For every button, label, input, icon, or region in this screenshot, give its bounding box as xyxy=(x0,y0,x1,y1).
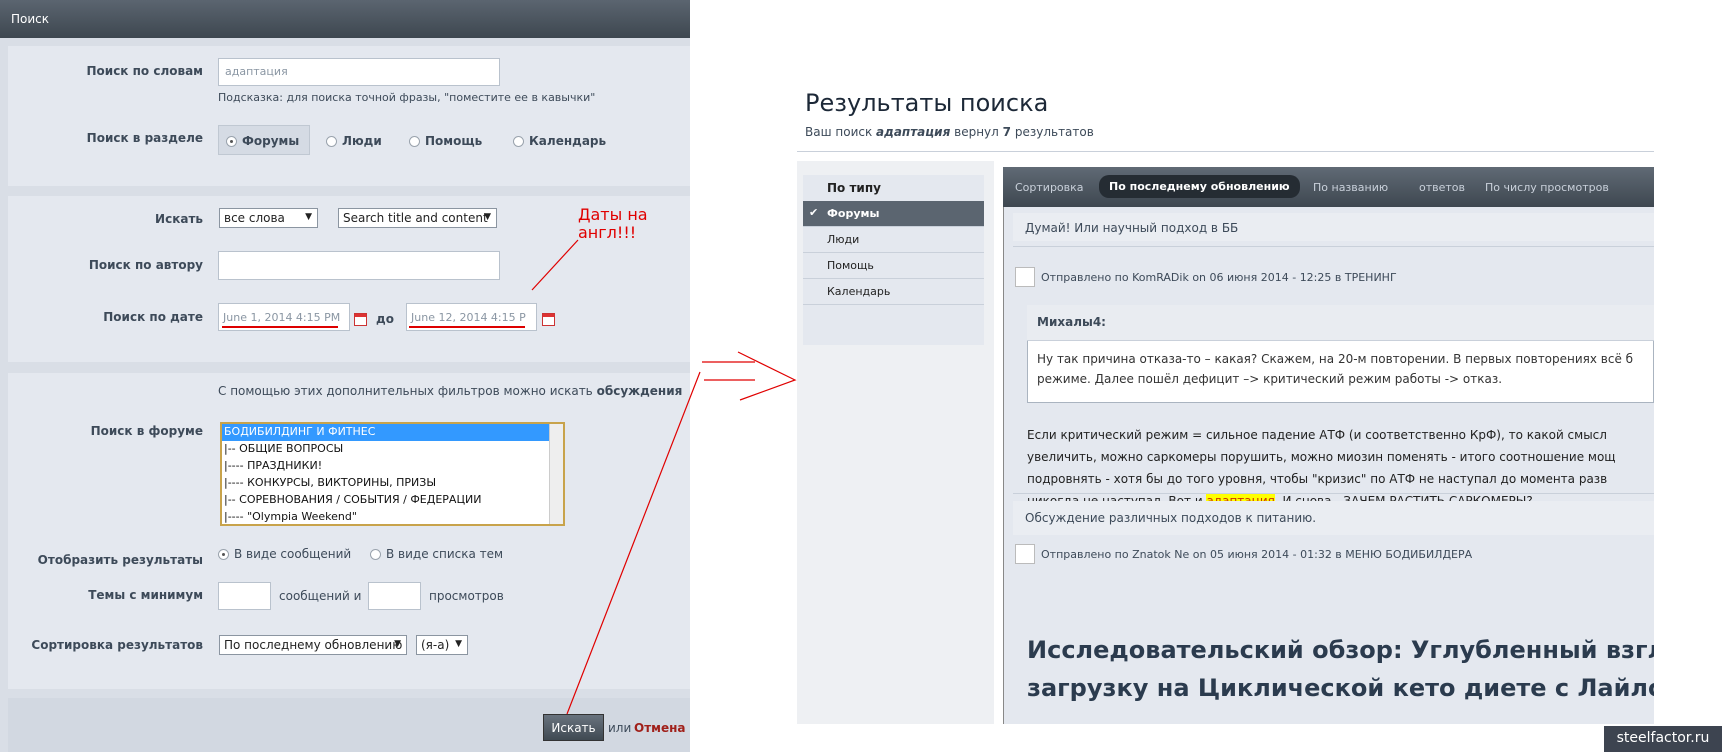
keywords-hint: Подсказка: для поиска точной фразы, "пом… xyxy=(218,91,596,104)
section-radio-forums[interactable]: Форумы xyxy=(226,134,299,148)
radio-icon xyxy=(226,136,237,147)
divider xyxy=(797,151,1654,152)
annotation-note: Даты на англ!!! xyxy=(578,205,648,242)
keywords-input[interactable]: адаптация xyxy=(218,58,500,86)
display-radio-posts[interactable]: В виде сообщений xyxy=(218,547,351,561)
search-mode-select[interactable]: все слова ▼ xyxy=(219,208,318,228)
min-views-suffix: просмотров xyxy=(429,589,504,603)
search-scope-select[interactable]: Search title and content ▼ xyxy=(338,208,497,228)
avatar[interactable] xyxy=(1015,267,1035,287)
type-tabs: По типу ✔ Форумы Люди Помощь Календарь xyxy=(803,175,984,345)
forum-option[interactable]: |-- ОБЩИЕ ВОПРОСЫ xyxy=(222,441,563,458)
forum-option[interactable]: |-- СОРЕВНОВАНИЯ / СОБЫТИЯ / ФЕДЕРАЦИИ xyxy=(222,492,563,509)
arrow-icon xyxy=(702,351,797,401)
display-radio-topics[interactable]: В виде списка тем xyxy=(370,547,503,561)
post-meta: Отправлено по Znatok Ne on 05 июня 2014 … xyxy=(1041,548,1473,561)
date-label: Поиск по дате xyxy=(103,310,203,324)
radio-icon xyxy=(513,136,524,147)
sort-by-views[interactable]: По числу просмотров xyxy=(1485,181,1609,194)
results-summary: Ваш поиск адаптация вернул 7 результатов xyxy=(805,125,1094,139)
post-body: Если критический режим = сильное падение… xyxy=(1027,424,1654,512)
radio-icon xyxy=(326,136,337,147)
tab-people[interactable]: Люди xyxy=(803,227,984,253)
search-form-title: Поиск xyxy=(0,0,690,38)
forum-option[interactable]: БОДИБИЛДИНГ И ФИТНЕС xyxy=(222,424,563,441)
post-headline: Исследовательский обзор: Углубленный взг… xyxy=(1027,636,1654,702)
calendar-icon[interactable] xyxy=(542,313,555,326)
radio-icon xyxy=(409,136,420,147)
sort-bar: Сортировка По последнему обновлению По н… xyxy=(1003,167,1654,207)
filters-note: С помощью этих дополнительных фильтров м… xyxy=(218,384,683,398)
forum-option[interactable]: |---- КОНКУРСЫ, ВИКТОРИНЫ, ПРИЗЫ xyxy=(222,475,563,492)
forum-label: Поиск в форуме xyxy=(90,424,203,438)
tab-help[interactable]: Помощь xyxy=(803,253,984,279)
avatar[interactable] xyxy=(1015,544,1035,564)
display-label: Отобразить результаты xyxy=(37,553,203,567)
tab-forums[interactable]: ✔ Форумы xyxy=(803,201,984,227)
sort-active[interactable]: По последнему обновлению xyxy=(1099,175,1300,198)
section-label: Поиск в разделе xyxy=(86,131,203,145)
section-radio-people[interactable]: Люди xyxy=(326,134,382,148)
sort-label: Сортировка xyxy=(1015,181,1084,194)
forum-option[interactable]: |---- "Olympia Weekend" xyxy=(222,509,563,524)
dropdown-arrow-icon: ▼ xyxy=(455,639,462,649)
dropdown-arrow-icon: ▼ xyxy=(394,639,401,649)
tabs-header: По типу xyxy=(827,181,881,195)
date-to-label: до xyxy=(376,312,394,326)
cancel-link[interactable]: Отмена xyxy=(634,721,686,735)
quote-author: Михалы4: xyxy=(1027,305,1654,341)
author-label: Поиск по автору xyxy=(88,258,203,272)
sort-select[interactable]: По последнему обновлению ▼ xyxy=(219,635,407,655)
dropdown-arrow-icon: ▼ xyxy=(305,212,312,222)
check-icon: ✔ xyxy=(809,206,819,219)
post-meta: Отправлено по KomRADik on 06 июня 2014 -… xyxy=(1041,271,1397,284)
section-radio-calendar[interactable]: Календарь xyxy=(513,134,606,148)
min-posts-input[interactable] xyxy=(218,582,271,610)
annotation-underline xyxy=(222,326,338,328)
dropdown-arrow-icon: ▼ xyxy=(484,212,491,222)
min-label: Темы с минимум xyxy=(88,588,203,602)
words-label: Поиск по словам xyxy=(86,64,204,78)
min-views-input[interactable] xyxy=(368,582,421,610)
post-title[interactable]: Обсуждение различных подходов к питанию. xyxy=(1025,511,1316,525)
or-text: или xyxy=(608,721,632,735)
divider xyxy=(1013,493,1654,494)
radio-icon xyxy=(370,549,381,560)
min-posts-suffix: сообщений и xyxy=(279,589,362,603)
tab-calendar[interactable]: Календарь xyxy=(803,279,984,305)
author-input[interactable] xyxy=(218,251,500,280)
watermark: steelfactor.ru xyxy=(1604,726,1722,752)
search-mode-label: Искать xyxy=(155,212,203,226)
results-panel: Результаты поиска Ваш поиск адаптация ве… xyxy=(797,81,1654,724)
quote-text: Ну так причина отказа-то – какая? Скажем… xyxy=(1037,352,1634,386)
sort-order-select[interactable]: (я-а) ▼ xyxy=(416,635,468,655)
radio-icon xyxy=(218,549,229,560)
sort-by-name[interactable]: По названию xyxy=(1313,181,1388,194)
forum-option[interactable]: |---- ПРАЗДНИКИ! xyxy=(222,458,563,475)
sort-label: Сортировка результатов xyxy=(31,638,203,652)
results-title: Результаты поиска xyxy=(805,89,1049,117)
scrollbar[interactable] xyxy=(549,424,563,524)
sort-by-replies[interactable]: ответов xyxy=(1419,181,1465,194)
search-button[interactable]: Искать xyxy=(543,714,604,741)
section-radio-help[interactable]: Помощь xyxy=(409,134,482,148)
forum-multiselect[interactable]: БОДИБИЛДИНГ И ФИТНЕС |-- ОБЩИЕ ВОПРОСЫ |… xyxy=(220,422,565,526)
divider xyxy=(1013,246,1654,247)
post-title[interactable]: Думай! Или научный подход в ББ xyxy=(1025,221,1238,235)
search-form-panel: Поиск Поиск по словам адаптация Подсказк… xyxy=(0,0,690,752)
annotation-underline xyxy=(409,326,525,328)
calendar-icon[interactable] xyxy=(354,313,367,326)
